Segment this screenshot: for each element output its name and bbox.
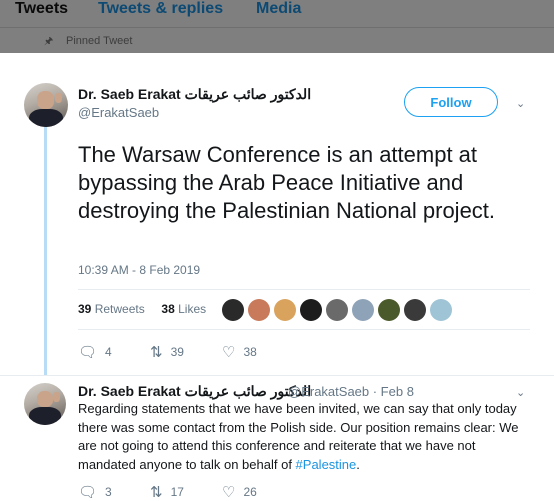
speech-bubble-icon: 🗨 (78, 484, 98, 501)
tweet-text: The Warsaw Conference is an attempt at b… (78, 142, 496, 223)
likes-stat[interactable]: 38 Likes (161, 302, 206, 316)
reply-action[interactable]: 🗨 4 (78, 343, 112, 361)
tab-tweets-and-replies[interactable]: Tweets & replies (98, 0, 223, 18)
like-action[interactable]: ♡ 38 (222, 343, 257, 361)
liker-avatar[interactable] (274, 299, 296, 321)
tab-media[interactable]: Media (256, 0, 301, 18)
retweet-icon: ⇅ (150, 344, 163, 361)
liker-avatar[interactable] (300, 299, 322, 321)
retweet-icon: ⇅ (150, 484, 163, 501)
avatar[interactable] (24, 383, 66, 425)
reply-text: Regarding statements that we have been i… (78, 401, 519, 472)
pinned-tweet-label: Pinned Tweet (66, 35, 133, 47)
liker-avatar[interactable] (352, 299, 374, 321)
divider (78, 329, 530, 330)
avatar[interactable] (24, 83, 68, 127)
follow-button[interactable]: Follow (404, 87, 498, 117)
tabs-divider (0, 27, 554, 28)
liker-avatar[interactable] (326, 299, 348, 321)
reply-author-display-name[interactable]: Dr. Saeb Erakat الدكتور صائب عريقات (78, 383, 311, 400)
retweets-stat[interactable]: 39 Retweets (78, 302, 145, 316)
speech-bubble-icon: 🗨 (78, 344, 98, 361)
profile-background-overlay: Tweets Tweets & replies Media 🖈 Pinned T… (0, 0, 554, 53)
tweet-timestamp[interactable]: 10:39 AM - 8 Feb 2019 (78, 263, 200, 277)
tab-tweets[interactable]: Tweets (15, 0, 68, 18)
author-display-name[interactable]: Dr. Saeb Erakat الدكتور صائب عريقات (78, 86, 311, 103)
profile-tabs: Tweets Tweets & replies Media (0, 0, 554, 22)
retweet-action[interactable]: ⇅ 39 (150, 343, 184, 361)
reply-author-handle-date[interactable]: @ErakatSaeb · Feb 8 (288, 384, 414, 399)
reply-action[interactable]: 🗨 3 (78, 483, 112, 501)
like-action[interactable]: ♡ 26 (222, 483, 257, 501)
chevron-down-icon[interactable]: ⌄ (516, 97, 525, 110)
author-handle[interactable]: @ErakatSaeb (78, 105, 159, 120)
hashtag-link[interactable]: #Palestine (296, 457, 357, 472)
heart-icon: ♡ (222, 344, 236, 361)
heart-icon: ♡ (222, 484, 236, 501)
thread-connector-line (44, 126, 47, 382)
liker-avatar[interactable] (430, 299, 452, 321)
divider (78, 289, 530, 290)
chevron-down-icon[interactable]: ⌄ (516, 386, 525, 399)
liker-avatar[interactable] (378, 299, 400, 321)
liker-avatar[interactable] (248, 299, 270, 321)
retweet-action[interactable]: ⇅ 17 (150, 483, 184, 501)
liker-avatar[interactable] (222, 299, 244, 321)
liker-avatar[interactable] (404, 299, 426, 321)
engagement-stats: 39 Retweets 38 Likes (78, 302, 206, 316)
